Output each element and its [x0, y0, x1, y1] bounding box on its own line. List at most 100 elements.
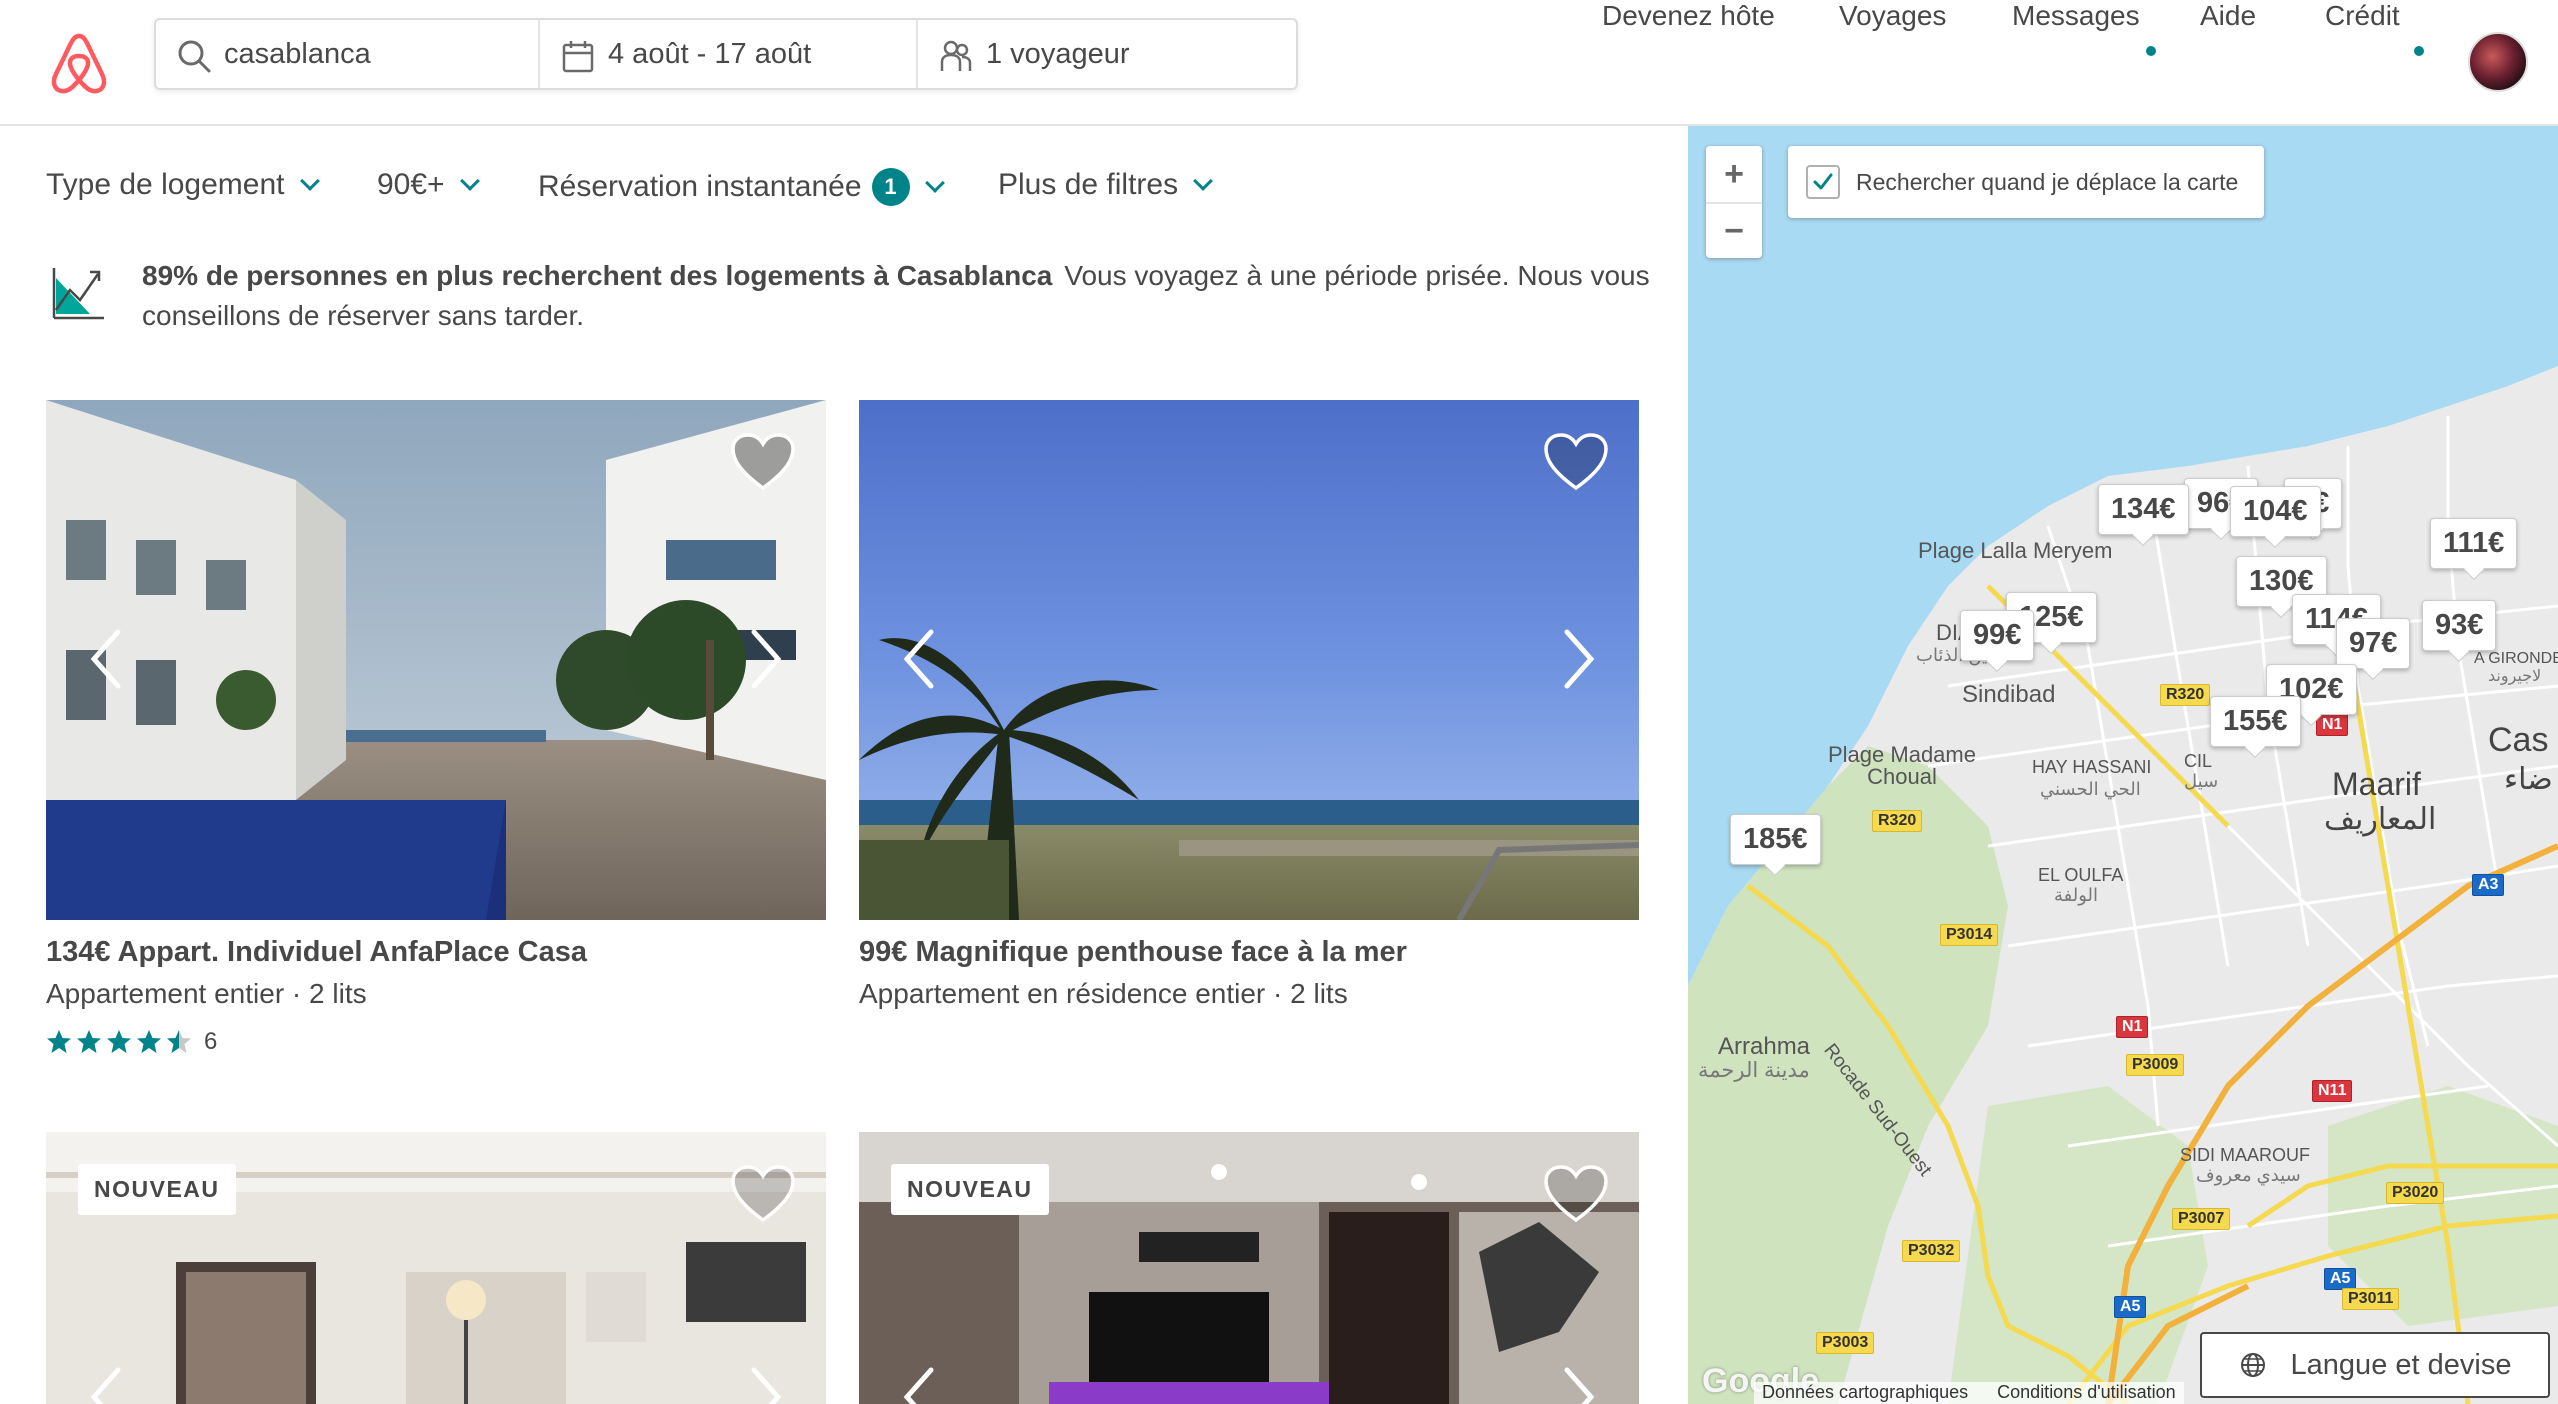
guests-icon [940, 40, 972, 71]
trending-chart-icon [52, 268, 104, 320]
map-label: المعاريف [2324, 803, 2437, 836]
map-label: Sindibad [1962, 681, 2056, 708]
language-currency-button[interactable]: Langue et devise [2200, 1332, 2550, 1398]
new-listing-badge: NOUVEAU [78, 1164, 236, 1215]
favorite-heart-icon[interactable] [1543, 432, 1609, 492]
user-avatar[interactable] [2468, 32, 2528, 92]
banner-text: 89% de personnes en plus recherchent des… [142, 256, 1702, 336]
filter-instant-book[interactable]: Réservation instantanée 1 [538, 168, 945, 206]
chevron-down-icon [924, 173, 945, 193]
half-star-icon [167, 1030, 191, 1053]
price-pin[interactable]: 104€ [2230, 486, 2321, 537]
map-label: سيدي معروف [2196, 1165, 2301, 1185]
next-photo-arrow-icon[interactable] [1559, 626, 1599, 692]
price-pin[interactable]: 111€ [2430, 518, 2518, 569]
price-pin[interactable]: 155€ [2210, 696, 2301, 747]
zoom-in-button[interactable]: + [1706, 146, 1762, 202]
next-photo-arrow-icon[interactable] [746, 626, 786, 692]
listing-card[interactable]: NOUVEAU [46, 1132, 826, 1404]
calendar-icon [562, 41, 594, 73]
messages-notification-dot [2146, 46, 2156, 56]
map-label: Plage Madame Choual [1828, 742, 1976, 789]
road-shield: P3020 [2386, 1182, 2445, 1204]
search-icon [178, 40, 211, 73]
road-shield: P3032 [1902, 1240, 1961, 1262]
star-icon [107, 1030, 131, 1053]
star-icon [47, 1030, 71, 1053]
search-when-move-checkbox[interactable] [1806, 165, 1840, 199]
road-shield: P3014 [1940, 924, 1999, 946]
nav-become-host[interactable]: Devenez hôte [1602, 0, 1775, 32]
nav-messages[interactable]: Messages [2012, 0, 2140, 32]
previous-photo-arrow-icon[interactable] [86, 626, 126, 692]
filter-room-type[interactable]: Type de logement [46, 168, 320, 202]
next-photo-arrow-icon[interactable] [746, 1364, 786, 1404]
listing-subtitle: Appartement entier · 2 lits [46, 978, 367, 1009]
listing-photo[interactable] [859, 400, 1639, 920]
new-listing-badge: NOUVEAU [891, 1164, 1049, 1215]
map-label: SIDI MAAROUF [2180, 1145, 2311, 1165]
zoom-controls: + − [1706, 146, 1762, 258]
filter-price[interactable]: 90€+ [377, 168, 480, 202]
road-shield: N1 [2316, 714, 2349, 736]
listing-photo[interactable]: NOUVEAU [859, 1132, 1639, 1404]
road-shield: P3007 [2172, 1208, 2231, 1230]
listing-photo[interactable]: NOUVEAU [46, 1132, 826, 1404]
airbnb-logo-icon[interactable] [48, 30, 110, 96]
road-shield: P3003 [1816, 1332, 1875, 1354]
language-currency-label: Langue et devise [2290, 1348, 2512, 1381]
favorite-heart-icon[interactable] [730, 1164, 796, 1224]
zoom-out-button[interactable]: − [1706, 202, 1762, 258]
credit-notification-dot [2414, 46, 2424, 56]
star-icon [137, 1030, 161, 1053]
location-field[interactable]: casablanca [156, 20, 538, 88]
search-when-move-label: Rechercher quand je déplace la carte [1856, 168, 2239, 195]
nav-help[interactable]: Aide [2200, 0, 2256, 32]
nav-trips[interactable]: Voyages [1839, 0, 1946, 32]
map-label: سيل [2184, 771, 2219, 791]
listing-photo-image [46, 400, 826, 920]
listing-title[interactable]: 134€ Appart. Individuel AnfaPlace Casa [46, 936, 587, 969]
map-label: Arrahma [1718, 1033, 1811, 1060]
search-bar[interactable]: casablanca 4 août - 17 août 1 voyageur [154, 18, 1298, 90]
price-pin[interactable]: 185€ [1730, 814, 1821, 865]
previous-photo-arrow-icon[interactable] [899, 626, 939, 692]
price-pin[interactable]: 97€ [2336, 618, 2411, 669]
road-shield: P3009 [2126, 1054, 2185, 1076]
map-label: الولفة [2054, 885, 2099, 905]
previous-photo-arrow-icon[interactable] [899, 1364, 939, 1404]
map-terms-link[interactable]: Conditions d'utilisation [1997, 1382, 2176, 1402]
filter-instant-book-label: Réservation instantanée [538, 170, 862, 203]
listing-photo[interactable] [46, 400, 826, 920]
listing-title[interactable]: 99€ Magnifique penthouse face à la mer [859, 936, 1407, 969]
road-shield: N11 [2312, 1080, 2353, 1102]
favorite-heart-icon[interactable] [730, 432, 796, 492]
globe-icon [2240, 1353, 2265, 1377]
dates-field[interactable]: 4 août - 17 août [538, 20, 916, 88]
map-panel[interactable]: Plage Lalla Meryem DIAB عين الذئاب Sindi… [1688, 126, 2558, 1404]
nav-credit[interactable]: Crédit [2325, 0, 2400, 32]
favorite-heart-icon[interactable] [1543, 1164, 1609, 1224]
guests-field[interactable]: 1 voyageur [916, 20, 1296, 88]
price-pin[interactable]: 134€ [2098, 484, 2189, 535]
previous-photo-arrow-icon[interactable] [86, 1364, 126, 1404]
search-when-move-toggle[interactable]: Rechercher quand je déplace la carte [1788, 146, 2264, 218]
map-label: الحي الحسني [2040, 779, 2141, 799]
next-photo-arrow-icon[interactable] [1559, 1364, 1599, 1404]
price-pin[interactable]: 99€ [1960, 610, 2035, 661]
listing-card[interactable]: 134€ Appart. Individuel AnfaPlace Casa A… [46, 400, 826, 1060]
map-label: Maarif [2332, 766, 2421, 802]
filter-room-type-label: Type de logement [46, 168, 285, 201]
road-shield: A3 [2472, 874, 2505, 896]
chevron-down-icon [1193, 171, 1213, 191]
listing-card[interactable]: NOUVEAU [859, 1132, 1639, 1404]
chevron-down-icon [299, 171, 320, 191]
map-label: Plage Lalla Meryem [1918, 538, 2113, 563]
road-shield: R320 [1872, 810, 1923, 832]
road-shield: A5 [2324, 1268, 2357, 1290]
filter-more[interactable]: Plus de filtres [998, 168, 1213, 202]
listing-card[interactable]: 99€ Magnifique penthouse face à la mer A… [859, 400, 1639, 1020]
price-pin[interactable]: 93€ [2422, 600, 2497, 651]
filter-price-label: 90€+ [377, 168, 445, 201]
road-shield: P3011 [2342, 1288, 2400, 1310]
